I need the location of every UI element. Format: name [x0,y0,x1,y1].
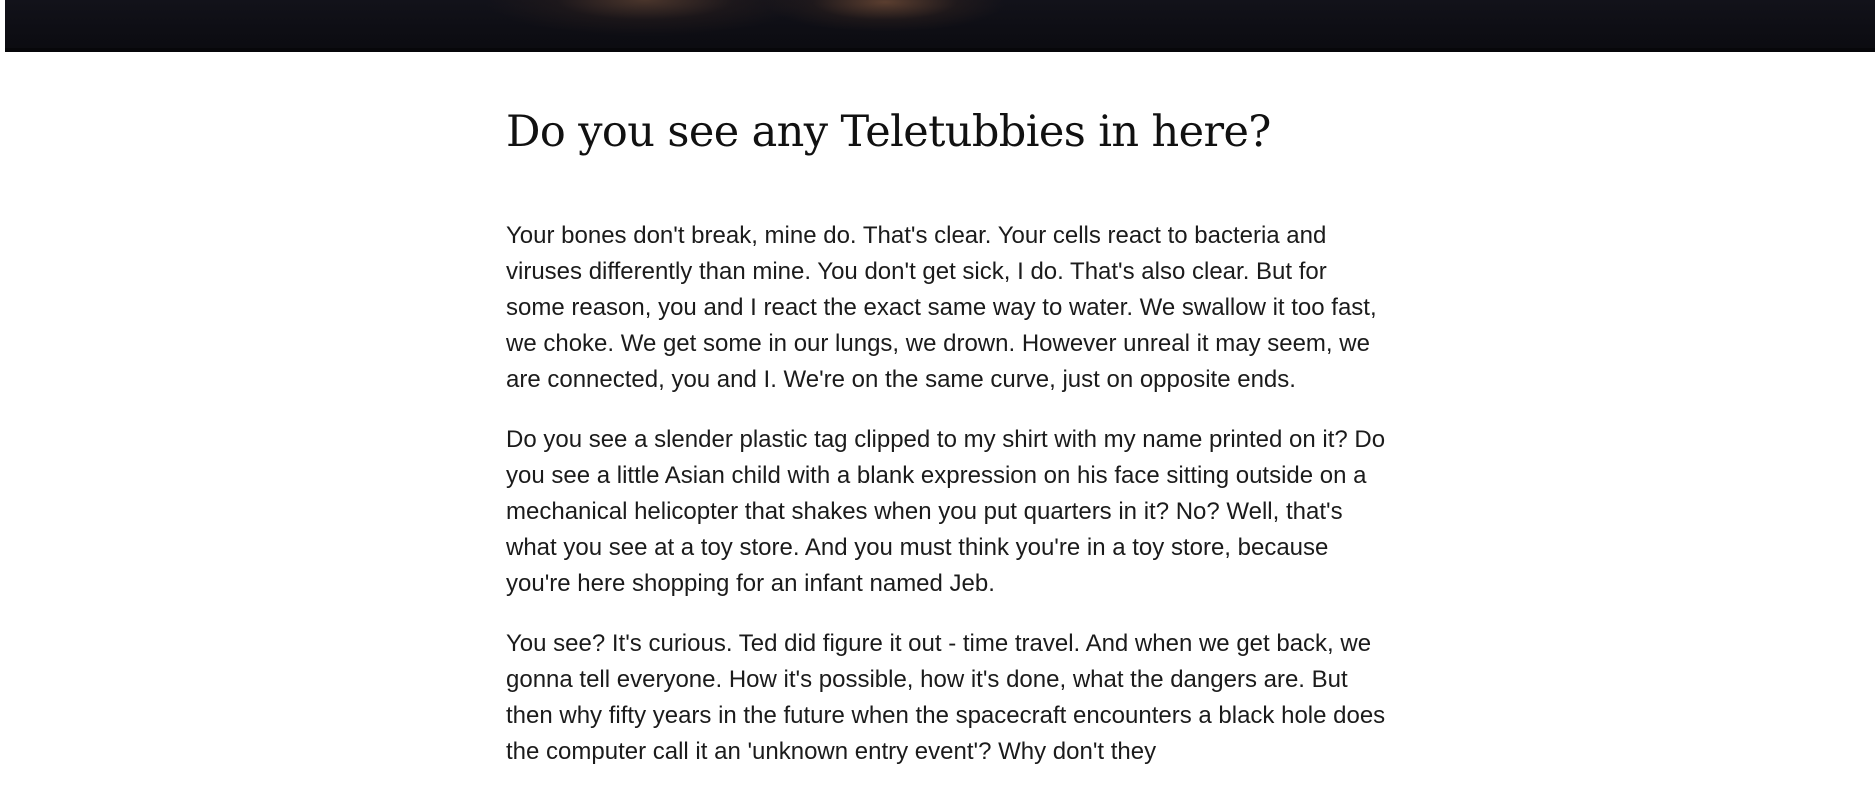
paragraph-1: Your bones don't break, mine do. That's … [506,222,1377,393]
paragraph-2: Do you see a slender plastic tag clipped… [506,426,1386,597]
post-title: Do you see any Teletubbies in here? [506,107,1271,157]
paragraph-3: You see? It's curious. Ted did figure it… [506,630,1386,765]
hero-image [5,0,1875,52]
article: Do you see any Teletubbies in here? Your… [506,96,1386,794]
page: Do you see any Teletubbies in here? Your… [0,0,1875,802]
